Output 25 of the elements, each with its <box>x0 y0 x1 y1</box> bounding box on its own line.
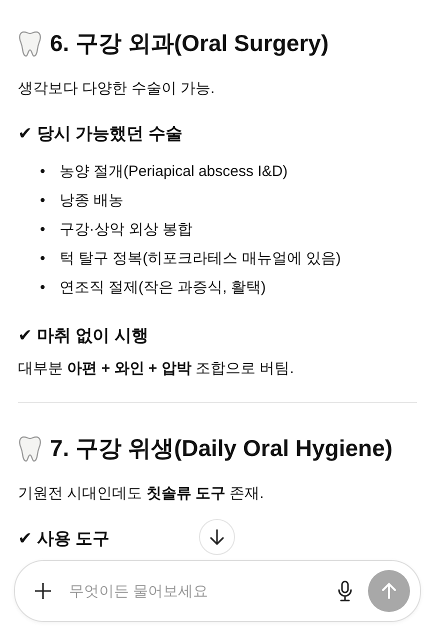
microphone-icon[interactable] <box>336 580 354 602</box>
paragraph: 생각보다 다양한 수술이 가능. <box>18 79 216 98</box>
tooth-icon <box>18 436 42 462</box>
bullet-marker: • <box>40 190 46 210</box>
arrow-up-icon <box>379 581 399 601</box>
list-item: 구강·상악 외상 봉합 <box>59 220 193 240</box>
paragraph: 대부분 아편 + 와인 + 압박 조합으로 버팀. <box>18 359 295 378</box>
message-input[interactable]: 무엇이든 물어보세요 <box>67 582 322 600</box>
subheading: ✔ 마취 없이 시행 <box>18 325 148 347</box>
plus-icon[interactable] <box>33 581 53 601</box>
scroll-down-button[interactable] <box>199 519 235 555</box>
paragraph: 기원전 시대인데도 칫솔류 도구 존재. <box>18 484 265 503</box>
section-heading: 6. 구강 외과(Oral Surgery) <box>50 29 329 58</box>
subheading: ✔ 당시 가능했던 수술 <box>18 123 182 145</box>
bullet-marker: • <box>40 220 46 240</box>
bullet-marker: • <box>40 278 46 298</box>
list-item: 농양 절개(Periapical abscess I&D) <box>59 162 288 182</box>
subheading: ✔ 사용 도구 <box>18 528 110 550</box>
bullet-marker: • <box>40 248 46 268</box>
bullet-marker: • <box>40 162 46 182</box>
list-item: 턱 탈구 정복(히포크라테스 매뉴얼에 있음) <box>59 248 341 268</box>
section-heading: 7. 구강 위생(Daily Oral Hygiene) <box>50 434 393 463</box>
tooth-icon <box>18 30 42 56</box>
list-item: 낭종 배농 <box>59 190 124 210</box>
list-item: 연조직 절제(작은 과증식, 활택) <box>59 278 266 298</box>
